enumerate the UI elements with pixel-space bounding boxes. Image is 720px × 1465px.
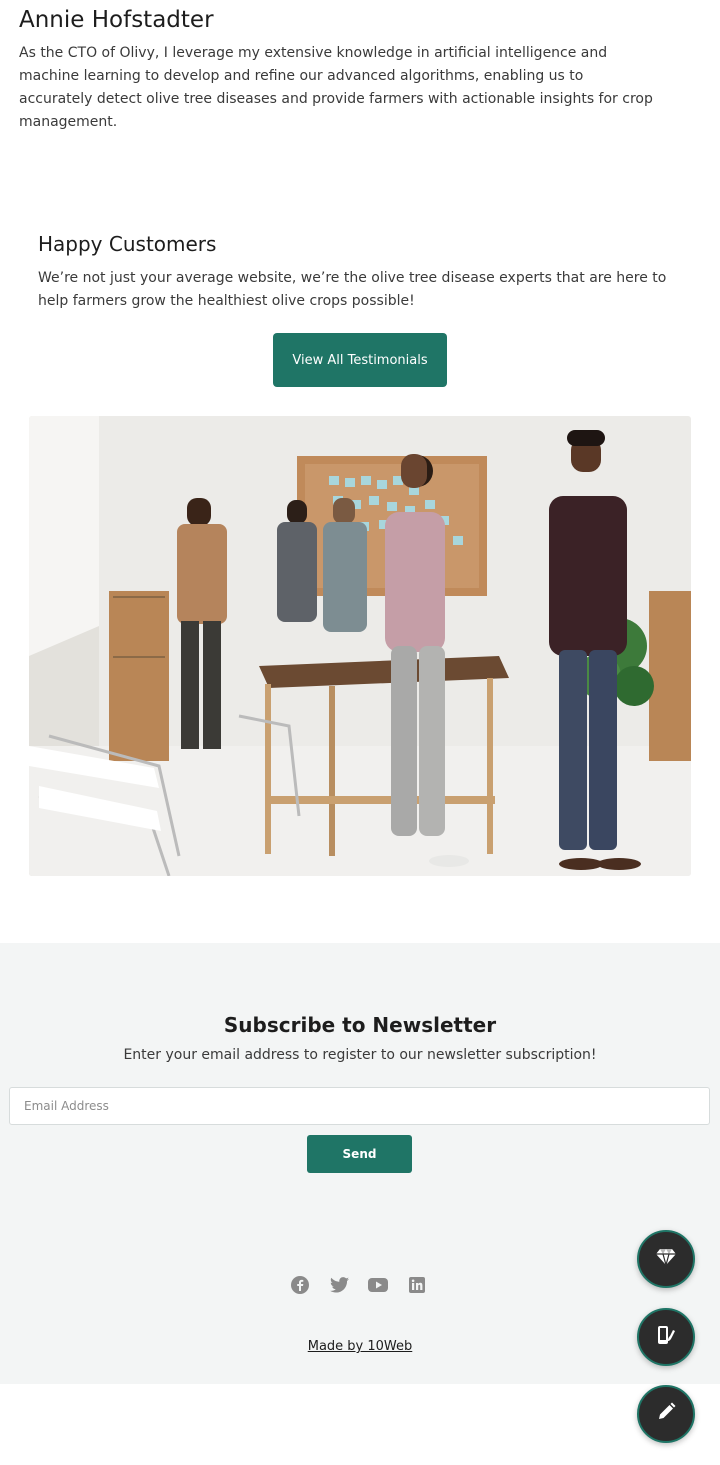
newsletter-subtitle: Enter your email address to register to … — [123, 1047, 597, 1063]
team-member-bio: Annie Hofstadter As the CTO of Olivy, I … — [19, 4, 659, 134]
social-links — [290, 1275, 427, 1295]
section-title: Happy Customers — [38, 232, 217, 256]
team-member-description: As the CTO of Olivy, I leverage my exten… — [19, 45, 653, 130]
newsletter-title: Subscribe to Newsletter — [223, 1013, 497, 1037]
pencil-icon — [656, 1402, 676, 1426]
footer-credit: Made by 10Web — [0, 1339, 720, 1354]
happy-customers-section: Happy Customers We’re not just your aver… — [38, 229, 678, 313]
diamond-fab-button[interactable] — [637, 1230, 695, 1288]
email-input[interactable] — [9, 1087, 710, 1125]
newsletter-section: Subscribe to Newsletter Enter your email… — [0, 943, 720, 1384]
linkedin-icon[interactable] — [407, 1275, 427, 1295]
youtube-icon[interactable] — [368, 1275, 388, 1295]
edit-fab-button[interactable] — [637, 1385, 695, 1443]
send-button[interactable]: Send — [307, 1135, 412, 1173]
section-description: We’re not just your average website, we’… — [38, 270, 667, 309]
office-team-photo — [29, 416, 691, 876]
mobile-style-fab-button[interactable] — [637, 1308, 695, 1366]
twitter-icon[interactable] — [329, 1275, 349, 1295]
facebook-icon[interactable] — [290, 1275, 310, 1295]
made-by-link[interactable]: Made by 10Web — [308, 1339, 413, 1354]
diamond-icon — [655, 1248, 677, 1270]
view-all-testimonials-button[interactable]: View All Testimonials — [273, 333, 447, 387]
phone-brush-icon — [655, 1324, 677, 1350]
team-member-name: Annie Hofstadter — [19, 7, 214, 33]
